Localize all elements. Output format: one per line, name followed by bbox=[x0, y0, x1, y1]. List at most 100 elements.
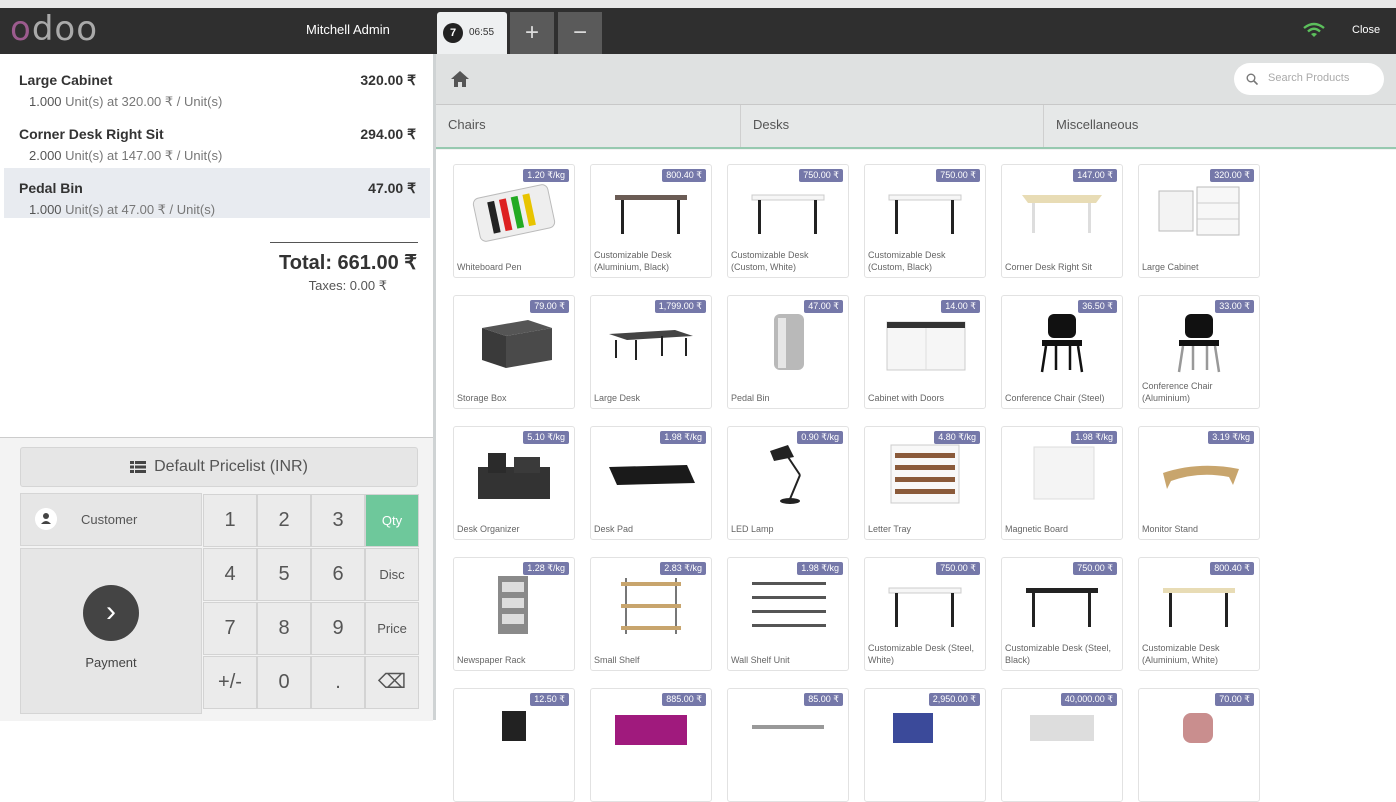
mode-qty-button[interactable]: Qty bbox=[365, 494, 419, 547]
product-image bbox=[1163, 465, 1239, 489]
product-card[interactable]: 33.00 ₹ Conference Chair (Aluminium) bbox=[1138, 295, 1260, 409]
order-line-name: Corner Desk Right Sit bbox=[19, 126, 164, 142]
close-button[interactable]: Close bbox=[1352, 24, 1380, 36]
browser-strip bbox=[0, 0, 1396, 8]
order-tab[interactable]: 7 06:55 bbox=[437, 12, 507, 54]
product-card[interactable]: 40,000.00 ₹ bbox=[1001, 688, 1123, 802]
numpad-key-3[interactable]: 3 bbox=[311, 494, 365, 547]
product-name: Letter Tray bbox=[868, 524, 912, 534]
numpad-key-1[interactable]: 1 bbox=[203, 494, 257, 547]
product-card[interactable]: 1.20 ₹/kg Whiteboard Pen bbox=[453, 164, 575, 278]
product-card[interactable]: 1,799.00 ₹ Large Desk bbox=[590, 295, 712, 409]
product-name: Customizable Desk (Steel, White) bbox=[868, 643, 975, 665]
numpad-key-4[interactable]: 4 bbox=[203, 548, 257, 601]
product-name: Newspaper Rack bbox=[457, 655, 526, 665]
remove-order-button[interactable]: − bbox=[558, 12, 602, 54]
numpad-key-9[interactable]: 9 bbox=[311, 602, 365, 655]
backspace-button[interactable]: ⌫ bbox=[365, 656, 419, 709]
product-name: Small Shelf bbox=[594, 655, 640, 665]
order-line[interactable]: Large Cabinet 320.00 ₹ 1.000 Unit(s) at … bbox=[4, 60, 430, 110]
order-line-info: 2.000 Unit(s) at 147.00 ₹ / Unit(s) bbox=[29, 148, 222, 164]
product-card[interactable]: 1.98 ₹/kg Magnetic Board bbox=[1001, 426, 1123, 540]
product-card[interactable]: 12.50 ₹ bbox=[453, 688, 575, 802]
product-name: Monitor Stand bbox=[1142, 524, 1199, 534]
product-card[interactable]: 750.00 ₹ Customizable Desk (Steel, Black… bbox=[1001, 557, 1123, 671]
order-line[interactable]: Corner Desk Right Sit 294.00 ₹ 2.000 Uni… bbox=[4, 114, 430, 164]
numpad-key-7[interactable]: 7 bbox=[203, 602, 257, 655]
numpad-key-8[interactable]: 8 bbox=[257, 602, 311, 655]
product-card[interactable]: 750.00 ₹ Customizable Desk (Custom, Whit… bbox=[727, 164, 849, 278]
product-price: 70.00 ₹ bbox=[1215, 693, 1254, 706]
product-grid: 1.20 ₹/kg Whiteboard Pen 800.40 ₹ Custom… bbox=[436, 150, 1396, 802]
mode-disc-button[interactable]: Disc bbox=[365, 548, 419, 601]
product-card[interactable]: 800.40 ₹ Customizable Desk (Aluminium, W… bbox=[1138, 557, 1260, 671]
search-box[interactable]: Search Products bbox=[1234, 63, 1384, 95]
numpad-key-5[interactable]: 5 bbox=[257, 548, 311, 601]
order-line-unit: Unit(s) at 320.00 ₹ / Unit(s) bbox=[65, 94, 223, 109]
numpad-key-6[interactable]: 6 bbox=[311, 548, 365, 601]
order-line-qty: 2.000 bbox=[29, 148, 62, 163]
pricelist-button[interactable]: Default Pricelist (INR) bbox=[20, 447, 418, 487]
product-name: Large Cabinet bbox=[1142, 262, 1199, 272]
product-card[interactable]: 70.00 ₹ bbox=[1138, 688, 1260, 802]
product-card[interactable]: 0.90 ₹/kg LED Lamp bbox=[727, 426, 849, 540]
product-card[interactable]: 2.83 ₹/kg Small Shelf bbox=[590, 557, 712, 671]
product-name: Customizable Desk (Aluminium, Black) bbox=[594, 250, 672, 272]
control-panel: Default Pricelist (INR) Customer › Payme… bbox=[0, 437, 433, 721]
product-price: 14.00 ₹ bbox=[941, 300, 980, 313]
product-card[interactable]: 5.10 ₹/kg Desk Organizer bbox=[453, 426, 575, 540]
numpad-key-dot[interactable]: . bbox=[311, 656, 365, 709]
category-bar: Chairs Desks Miscellaneous bbox=[436, 105, 1396, 149]
product-card[interactable]: 320.00 ₹ Large Cabinet bbox=[1138, 164, 1260, 278]
product-name: Customizable Desk (Custom, White) bbox=[731, 250, 809, 272]
product-image bbox=[752, 582, 826, 627]
category-desks[interactable]: Desks bbox=[741, 105, 1044, 147]
product-price: 320.00 ₹ bbox=[1210, 169, 1254, 182]
product-price: 750.00 ₹ bbox=[936, 169, 980, 182]
home-icon[interactable] bbox=[450, 70, 470, 88]
category-miscellaneous[interactable]: Miscellaneous bbox=[1044, 105, 1396, 147]
product-image bbox=[609, 465, 695, 485]
product-price: 33.00 ₹ bbox=[1215, 300, 1254, 313]
product-card[interactable]: 800.40 ₹ Customizable Desk (Aluminium, B… bbox=[590, 164, 712, 278]
customer-button[interactable]: Customer bbox=[20, 493, 202, 546]
product-card[interactable]: 147.00 ₹ Corner Desk Right Sit bbox=[1001, 164, 1123, 278]
product-image bbox=[1022, 195, 1102, 233]
product-card[interactable]: 1.28 ₹/kg Newspaper Rack bbox=[453, 557, 575, 671]
order-line-qty: 1.000 bbox=[29, 202, 62, 217]
category-chairs[interactable]: Chairs bbox=[436, 105, 741, 147]
payment-button[interactable]: › Payment bbox=[20, 548, 202, 714]
add-order-button[interactable]: + bbox=[510, 12, 554, 54]
product-price: 85.00 ₹ bbox=[804, 693, 843, 706]
product-card[interactable]: 85.00 ₹ bbox=[727, 688, 849, 802]
product-price: 800.40 ₹ bbox=[662, 169, 706, 182]
mode-price-button[interactable]: Price bbox=[365, 602, 419, 655]
product-card[interactable]: 47.00 ₹ Pedal Bin bbox=[727, 295, 849, 409]
product-card[interactable]: 885.00 ₹ bbox=[590, 688, 712, 802]
product-name: Cabinet with Doors bbox=[868, 393, 945, 403]
numpad-key-sign[interactable]: +/- bbox=[203, 656, 257, 709]
order-line-info: 1.000 Unit(s) at 47.00 ₹ / Unit(s) bbox=[29, 202, 215, 218]
cashier-name[interactable]: Mitchell Admin bbox=[306, 22, 390, 37]
product-card[interactable]: 750.00 ₹ Customizable Desk (Custom, Blac… bbox=[864, 164, 986, 278]
order-line-price: 320.00 ₹ bbox=[360, 72, 416, 88]
product-card[interactable]: 1.98 ₹/kg Wall Shelf Unit bbox=[727, 557, 849, 671]
product-card[interactable]: 3.19 ₹/kg Monitor Stand bbox=[1138, 426, 1260, 540]
product-image bbox=[774, 314, 804, 370]
product-card[interactable]: 79.00 ₹ Storage Box bbox=[453, 295, 575, 409]
numpad-key-0[interactable]: 0 bbox=[257, 656, 311, 709]
search-input[interactable]: Search Products bbox=[1268, 72, 1349, 84]
order-line-info: 1.000 Unit(s) at 320.00 ₹ / Unit(s) bbox=[29, 94, 222, 110]
product-card[interactable]: 1.98 ₹/kg Desk Pad bbox=[590, 426, 712, 540]
product-price: 40,000.00 ₹ bbox=[1060, 693, 1117, 706]
order-line-selected[interactable]: Pedal Bin 47.00 ₹ 1.000 Unit(s) at 47.00… bbox=[4, 168, 430, 218]
product-name: Whiteboard Pen bbox=[457, 262, 522, 272]
order-line-price: 47.00 ₹ bbox=[368, 180, 416, 196]
product-card[interactable]: 14.00 ₹ Cabinet with Doors bbox=[864, 295, 986, 409]
numpad-key-2[interactable]: 2 bbox=[257, 494, 311, 547]
wifi-icon[interactable] bbox=[1302, 22, 1326, 38]
product-card[interactable]: 750.00 ₹ Customizable Desk (Steel, White… bbox=[864, 557, 986, 671]
product-card[interactable]: 2,950.00 ₹ bbox=[864, 688, 986, 802]
product-card[interactable]: 36.50 ₹ Conference Chair (Steel) bbox=[1001, 295, 1123, 409]
product-card[interactable]: 4.80 ₹/kg Letter Tray bbox=[864, 426, 986, 540]
